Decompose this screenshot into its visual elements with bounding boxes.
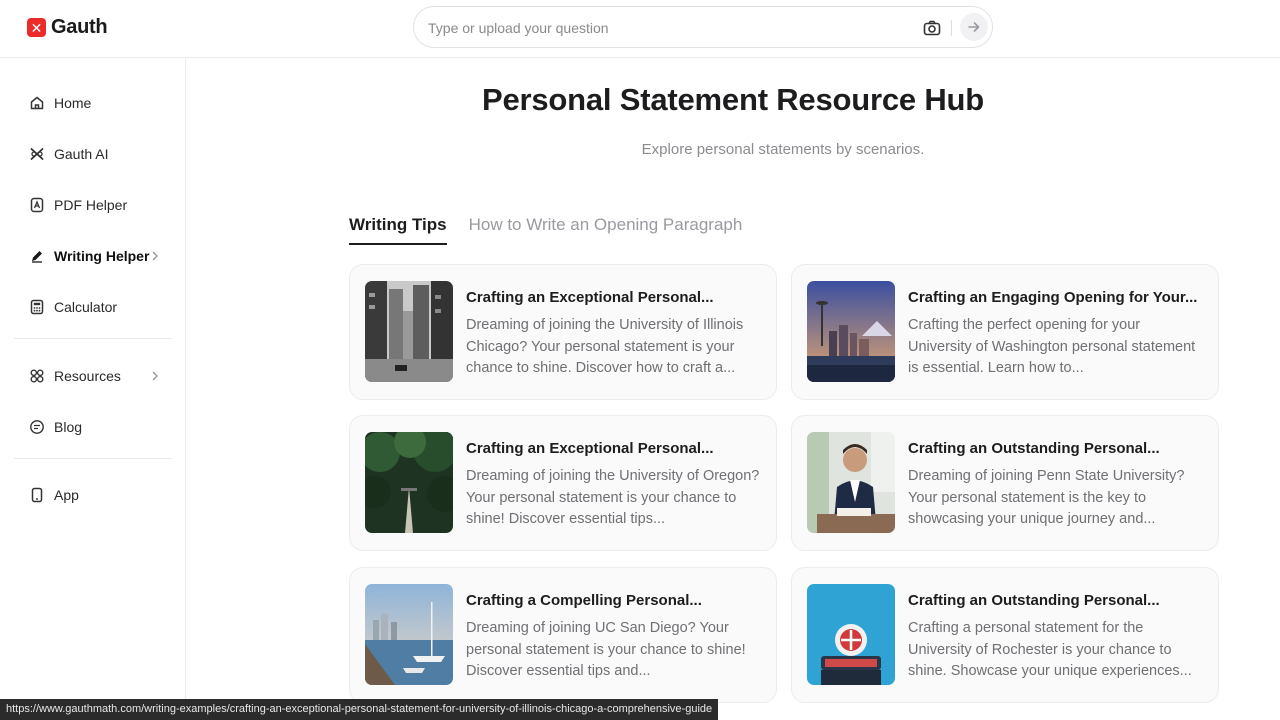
grid-icon	[28, 368, 45, 385]
harbor-photo	[365, 584, 453, 685]
sidebar-item-label: Writing Helper	[54, 248, 150, 264]
sidebar-item-label: Gauth AI	[54, 146, 109, 162]
camera-icon[interactable]	[922, 18, 942, 38]
city-street-photo	[365, 281, 453, 382]
card-description: Dreaming of joining the University of Or…	[466, 468, 760, 528]
card-title: Crafting an Engaging Opening for Your...	[908, 289, 1198, 306]
pen-icon	[28, 248, 45, 265]
sidebar-item-label: Blog	[54, 419, 83, 435]
article-card[interactable]: Crafting an Outstanding Personal... Craf…	[791, 567, 1219, 703]
sidebar-item-resources[interactable]: Resources	[14, 358, 172, 394]
sidebar-item-writing-helper[interactable]: Writing Helper	[14, 238, 172, 274]
sidebar-item-pdf-helper[interactable]: PDF Helper	[14, 187, 172, 223]
pdf-icon	[28, 197, 45, 214]
chevron-right-icon	[148, 249, 162, 263]
card-title: Crafting an Outstanding Personal...	[908, 592, 1160, 609]
sidebar-item-label: PDF Helper	[54, 197, 128, 213]
sidebar-item-gauth-ai[interactable]: Gauth AI	[14, 136, 172, 172]
blog-icon	[28, 419, 45, 436]
sidebar: Home Gauth AI PDF Helper Writing Helper …	[0, 58, 186, 720]
article-card[interactable]: Crafting an Outstanding Personal... Drea…	[791, 415, 1219, 551]
sidebar-item-label: Home	[54, 95, 92, 111]
sidebar-item-blog[interactable]: Blog	[14, 409, 172, 445]
card-description: Dreaming of joining UC San Diego? Your p…	[466, 620, 746, 680]
page-subtitle: Explore personal statements by scenarios…	[641, 141, 925, 158]
rochester-sign-photo	[807, 584, 895, 685]
sidebar-item-calculator[interactable]: Calculator	[14, 289, 172, 325]
card-title: Crafting an Outstanding Personal...	[908, 440, 1160, 457]
chevron-right-icon	[148, 369, 162, 383]
sidebar-divider	[14, 458, 172, 459]
calculator-icon	[28, 299, 45, 316]
tab-bar: Writing Tips How to Write an Opening Par…	[349, 215, 764, 247]
card-description: Dreaming of joining Penn State Universit…	[908, 468, 1185, 528]
forest-path-photo	[365, 432, 453, 533]
card-description: Crafting the perfect opening for your Un…	[908, 317, 1196, 377]
seattle-skyline-photo	[807, 281, 895, 382]
card-description: Crafting a personal statement for the Un…	[908, 620, 1192, 680]
card-title: Crafting a Compelling Personal...	[466, 592, 702, 609]
top-bar: ✕ Gauth	[0, 0, 1280, 58]
phone-icon	[28, 487, 45, 504]
sidebar-item-label: App	[54, 487, 79, 503]
man-writing-photo	[807, 432, 895, 533]
logo-text: Gauth	[51, 16, 108, 38]
article-card[interactable]: Crafting an Exceptional Personal... Drea…	[349, 415, 777, 551]
sidebar-item-label: Calculator	[54, 299, 118, 315]
submit-arrow-button[interactable]	[960, 13, 988, 41]
article-card[interactable]: Crafting a Compelling Personal... Dreami…	[349, 567, 777, 703]
search-input[interactable]	[428, 17, 908, 39]
home-icon	[28, 95, 45, 112]
logo-mark-icon: ✕	[27, 18, 46, 37]
sidebar-divider	[14, 338, 172, 339]
sidebar-item-label: Resources	[54, 368, 121, 384]
article-card[interactable]: Crafting an Engaging Opening for Your...…	[791, 264, 1219, 400]
arrow-right-icon	[968, 22, 980, 32]
search-divider	[951, 20, 952, 36]
article-card[interactable]: Crafting an Exceptional Personal... Drea…	[349, 264, 777, 400]
gauth-logo[interactable]: ✕ Gauth	[27, 16, 108, 39]
page-title: Personal Statement Resource Hub	[481, 82, 984, 117]
tab-opening-paragraph[interactable]: How to Write an Opening Paragraph	[469, 215, 743, 245]
tab-writing-tips[interactable]: Writing Tips	[349, 215, 447, 245]
search-bar	[413, 6, 993, 48]
card-title: Crafting an Exceptional Personal...	[466, 440, 714, 457]
card-description: Dreaming of joining the University of Il…	[466, 317, 744, 377]
link-status-bar: https://www.gauthmath.com/writing-exampl…	[0, 699, 719, 720]
card-title: Crafting an Exceptional Personal...	[466, 289, 714, 306]
gauth-ai-icon	[28, 146, 45, 163]
sidebar-item-home[interactable]: Home	[14, 85, 172, 121]
sidebar-item-app[interactable]: App	[14, 477, 172, 513]
